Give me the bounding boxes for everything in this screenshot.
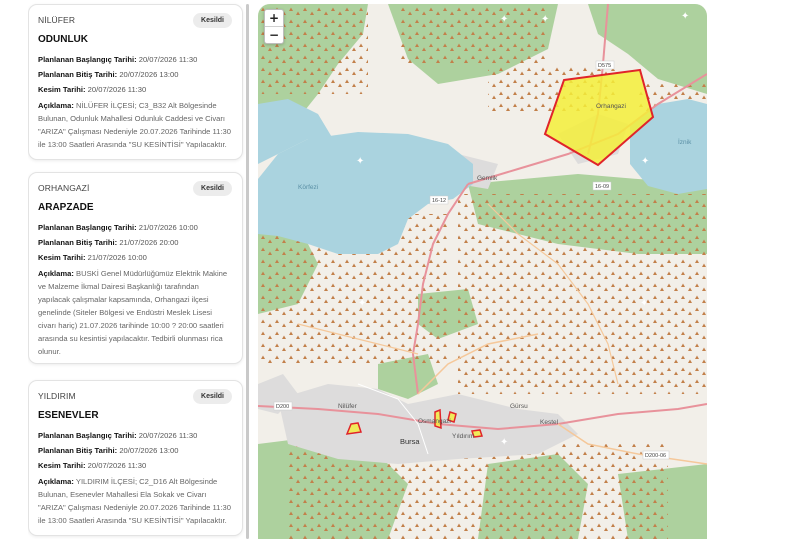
planned-end-row: Planlanan Bitiş Tarihi: 20/07/2026 13:00 <box>38 445 233 456</box>
label-kestel: Kestel <box>540 419 559 426</box>
label-road-d575: D575 <box>598 63 611 69</box>
label-gursu: Gürsu <box>510 403 528 410</box>
svg-text:✦: ✦ <box>500 437 508 448</box>
svg-text:✦: ✦ <box>681 11 689 22</box>
map-canvas[interactable]: ✦ ✦ ✦ ✦ ✦ ✦ ✦ ✦ Orhangazi Gemlik Nilüfer… <box>258 4 707 539</box>
svg-text:✦: ✦ <box>541 14 549 25</box>
cut-date-label: Kesim Tarihi: <box>38 253 86 262</box>
neighborhood-name: ODUNLUK <box>38 34 88 45</box>
label-road-1609: 16-09 <box>595 184 609 190</box>
planned-start-label: Planlanan Başlangıç Tarihi: <box>38 55 137 64</box>
planned-end-label: Planlanan Bitiş Tarihi: <box>38 446 118 455</box>
zoom-in-button[interactable]: + <box>265 10 283 27</box>
cut-date-value: 20/07/2026 11:30 <box>87 461 147 470</box>
cut-date-label: Kesim Tarihi: <box>38 461 86 470</box>
description-line: Bulunan, Odunluk Mahallesi Odunluk Cadde… <box>38 114 225 123</box>
description-line: arasında su kesintisi yapılacaktır. Tedb… <box>38 334 223 343</box>
cut-date-row: Kesim Tarihi: 21/07/2026 10:00 <box>38 252 233 263</box>
planned-start-value: 20/07/2026 11:30 <box>138 55 198 64</box>
description-line: "ARIZA" Çalışması Nedeniyle 20.07.2026 T… <box>38 503 231 512</box>
description-line: olunur. <box>38 347 61 356</box>
outage-card[interactable]: ORHANGAZİ Kesildi ARAPZADE Planlanan Baş… <box>28 172 243 364</box>
label-yildirim: Yıldırım <box>452 433 474 440</box>
planned-end-label: Planlanan Bitiş Tarihi: <box>38 238 118 247</box>
label-bursa: Bursa <box>400 437 420 446</box>
description-line: YILDIRIM İLÇESİ; C2_D16 Alt Bölgesinde <box>75 477 218 486</box>
planned-start-label: Planlanan Başlangıç Tarihi: <box>38 223 137 232</box>
cut-date-value: 20/07/2026 11:30 <box>87 85 147 94</box>
description-line: yapılacak çalışmalar kapsamında, Orhanga… <box>38 295 209 304</box>
status-badge: Kesildi <box>193 13 232 28</box>
status-badge: Kesildi <box>193 389 232 404</box>
svg-text:✦: ✦ <box>358 298 366 309</box>
zoom-out-button[interactable]: − <box>265 27 283 44</box>
svg-text:✦: ✦ <box>641 156 649 167</box>
planned-start-row: Planlanan Başlangıç Tarihi: 20/07/2026 1… <box>38 430 233 441</box>
description-line: ve Malzeme İkmal Dairesi Başkanlığı tara… <box>38 282 199 291</box>
label-road-d20006: D200-06 <box>645 453 666 459</box>
description-line: ile 13:00 Saatleri Arasında "SU KESİNTİS… <box>38 140 227 149</box>
neighborhood-name: ESENEVLER <box>38 410 99 421</box>
label-osmangazi: Osmangazi <box>418 418 451 425</box>
description-label: Açıklama: <box>38 477 74 486</box>
label-gemlik: Gemlik <box>477 175 498 182</box>
description-line: BUSKİ Genel Müdürlüğümüz Elektrik Makine <box>76 269 228 278</box>
outage-card[interactable]: YILDIRIM Kesildi ESENEVLER Planlanan Baş… <box>28 380 243 536</box>
cut-date-row: Kesim Tarihi: 20/07/2026 11:30 <box>38 460 233 471</box>
planned-start-label: Planlanan Başlangıç Tarihi: <box>38 431 137 440</box>
zoom-control: + − <box>264 9 284 44</box>
description: Açıklama: BUSKİ Genel Müdürlüğümüz Elekt… <box>38 267 233 358</box>
description-label: Açıklama: <box>38 269 74 278</box>
label-orhangazi: Orhangazi <box>596 103 626 110</box>
label-road-1612: 16-12 <box>432 198 446 204</box>
planned-end-value: 20/07/2026 13:00 <box>119 70 179 79</box>
planned-start-value: 20/07/2026 11:30 <box>138 431 198 440</box>
label-road-d200: D200 <box>276 404 289 410</box>
planned-end-label: Planlanan Bitiş Tarihi: <box>38 70 118 79</box>
description-line: Bulunan, Esenevler Mahallesi Ela Sokak v… <box>38 490 207 499</box>
outage-card[interactable]: NİLÜFER Kesildi ODUNLUK Planlanan Başlan… <box>28 4 243 160</box>
planned-end-row: Planlanan Bitiş Tarihi: 20/07/2026 13:00 <box>38 69 233 80</box>
description-label: Açıklama: <box>38 101 74 110</box>
svg-text:✦: ✦ <box>640 298 648 309</box>
cut-date-label: Kesim Tarihi: <box>38 85 86 94</box>
sidebar-scrollbar[interactable] <box>246 4 249 539</box>
neighborhood-name: ARAPZADE <box>38 202 94 213</box>
outage-list[interactable]: NİLÜFER Kesildi ODUNLUK Planlanan Başlan… <box>28 0 252 539</box>
description: Açıklama: NİLÜFER İLÇESİ; C3_B32 Alt Böl… <box>38 99 233 151</box>
description-line: NİLÜFER İLÇESİ; C3_B32 Alt Bölgesinde <box>76 101 217 110</box>
planned-end-row: Planlanan Bitiş Tarihi: 21/07/2026 20:00 <box>38 237 233 248</box>
planned-end-value: 21/07/2026 20:00 <box>119 238 179 247</box>
map-view[interactable]: ✦ ✦ ✦ ✦ ✦ ✦ ✦ ✦ Orhangazi Gemlik Nilüfer… <box>258 4 707 539</box>
description-line: genelinde (Siteler Bölgesi ve Endüstri M… <box>38 308 212 317</box>
planned-start-row: Planlanan Başlangıç Tarihi: 21/07/2026 1… <box>38 222 233 233</box>
planned-start-value: 21/07/2026 10:00 <box>138 223 198 232</box>
description-line: civarı hariç) 21.07.2026 tarihinde 10:00… <box>38 321 224 330</box>
svg-text:✦: ✦ <box>500 14 508 25</box>
description-line: ile 13:00 Saatleri Arasında "SU KESİNTİS… <box>38 516 227 525</box>
description-line: "ARIZA" Çalışması Nedeniyle 20.07.2026 T… <box>38 127 231 136</box>
status-badge: Kesildi <box>193 181 232 196</box>
label-nilufer: Nilüfer <box>338 403 358 410</box>
label-lake-iznik: İznik <box>678 137 692 146</box>
cut-date-row: Kesim Tarihi: 20/07/2026 11:30 <box>38 84 233 95</box>
planned-end-value: 20/07/2026 13:00 <box>119 446 179 455</box>
planned-start-row: Planlanan Başlangıç Tarihi: 20/07/2026 1… <box>38 54 233 65</box>
cut-date-value: 21/07/2026 10:00 <box>87 253 147 262</box>
svg-text:✦: ✦ <box>356 156 364 167</box>
description: Açıklama: YILDIRIM İLÇESİ; C2_D16 Alt Bö… <box>38 475 233 527</box>
label-gulf: Körfezi <box>298 184 318 191</box>
